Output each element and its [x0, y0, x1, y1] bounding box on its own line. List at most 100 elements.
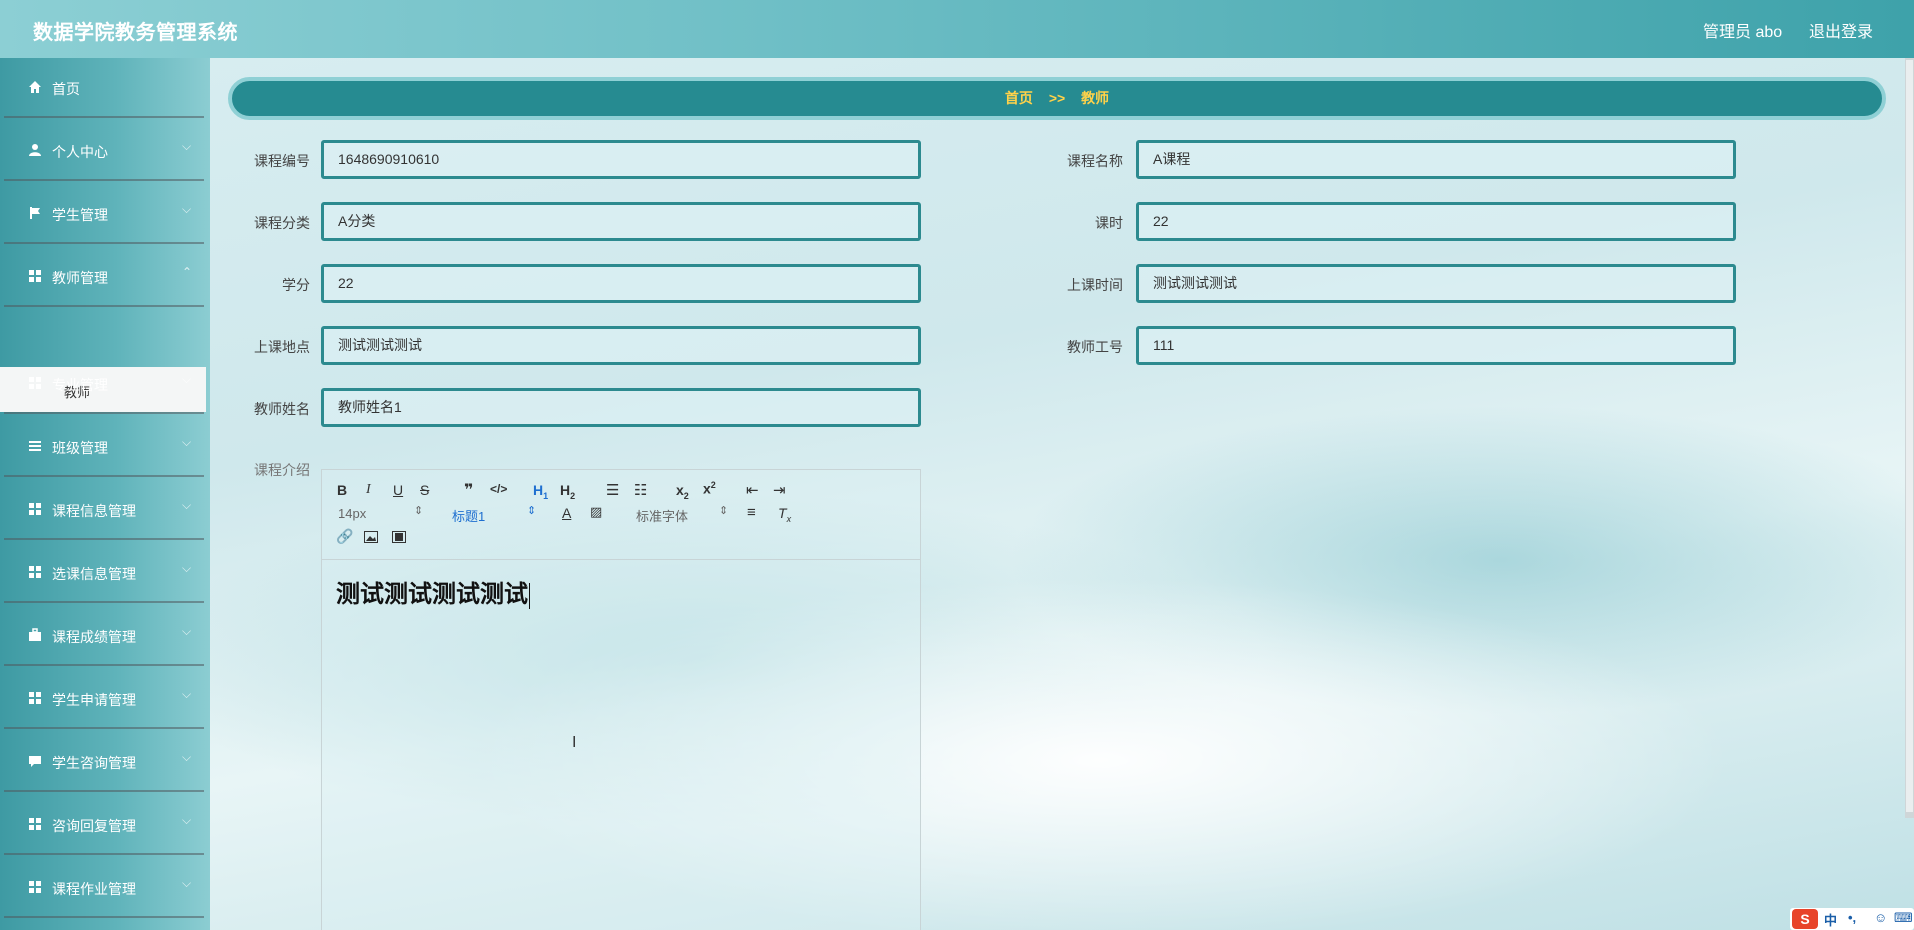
ime-language[interactable]: 中 [1824, 910, 1837, 929]
strike-button[interactable]: S [420, 482, 429, 498]
ime-toolbar[interactable]: S 中 •, ☺ ⌨ [1790, 908, 1914, 930]
teacher-no-input[interactable]: 111 [1136, 326, 1736, 365]
sidebar-item-class-management[interactable]: 班级管理 ⌵ [4, 417, 204, 477]
subscript-button[interactable]: x2 [676, 482, 689, 501]
chevron-down-icon: ⌵ [182, 372, 192, 386]
indent-icon[interactable]: ⇥ [773, 481, 786, 499]
sogou-logo-icon: S [1792, 909, 1818, 929]
class-time-label: 上课时间 [1067, 277, 1123, 293]
logout-link[interactable]: 退出登录 [1809, 18, 1873, 42]
sidebar-item-course-selection-management[interactable]: 选课信息管理 ⌵ [4, 543, 204, 603]
category-label: 课程分类 [254, 215, 310, 231]
keyboard-icon[interactable]: ⌨ [1894, 910, 1913, 926]
flag-icon [30, 207, 40, 219]
briefcase-icon [29, 628, 41, 641]
top-header: 数据学院教务管理系统 管理员 abo 退出登录 [0, 0, 1914, 58]
sidebar-item-consult-reply-management[interactable]: 咨询回复管理 ⌵ [4, 795, 204, 855]
sidebar-item-student-application-management[interactable]: 学生申请管理 ⌵ [4, 669, 204, 729]
link-icon[interactable]: 🔗 [336, 528, 353, 545]
home-icon [29, 81, 41, 93]
heading-select[interactable]: 标题1 [452, 506, 485, 525]
credit-input[interactable]: 22 [321, 264, 921, 303]
font-family-select[interactable]: 标准字体 [636, 506, 688, 525]
sidebar-item-label: 专业管理 [52, 377, 108, 393]
sidebar-item-label: 选课信息管理 [52, 566, 136, 582]
sidebar-item-home[interactable]: 首页 [4, 58, 204, 118]
location-label: 上课地点 [254, 339, 310, 355]
breadcrumb-home[interactable]: 首页 [1005, 90, 1033, 106]
sidebar-item-label: 课程作业管理 [52, 881, 136, 897]
sidebar-item-student-management[interactable]: 学生管理 ⌵ [4, 184, 204, 244]
course-no-label: 课程编号 [254, 153, 310, 169]
sidebar-item-course-info-management[interactable]: 课程信息管理 ⌵ [4, 480, 204, 540]
blockquote-icon[interactable]: ❞ [464, 480, 473, 500]
ordered-list-icon[interactable]: ☰ [606, 481, 619, 499]
sidebar-item-course-grade-management[interactable]: 课程成绩管理 ⌵ [4, 606, 204, 666]
grid-icon [29, 503, 41, 515]
updown-icon: ⇕ [719, 505, 729, 517]
sidebar-item-label: 班级管理 [52, 440, 108, 456]
editor-toolbar: B I U S ❞ </> H1 H2 ☰ ☷ x2 x2 ⇤ ⇥ 14px ⇕… [322, 470, 920, 560]
chevron-down-icon: ⌵ [182, 561, 192, 575]
sidebar-item-teacher-management[interactable]: 教师管理 ⌃ [4, 247, 204, 307]
bullet-list-icon[interactable]: ☷ [634, 481, 647, 499]
ime-punctuation[interactable]: •, [1848, 910, 1856, 925]
sidebar-item-major-management[interactable]: 专业管理 ⌵ [4, 354, 204, 414]
sidebar-item-student-consult-management[interactable]: 学生咨询管理 ⌵ [4, 732, 204, 792]
sidebar-item-label: 学生咨询管理 [52, 755, 136, 771]
course-name-input[interactable]: A课程 [1136, 140, 1736, 179]
teacher-name-label: 教师姓名 [254, 401, 310, 417]
app-title: 数据学院教务管理系统 [33, 22, 238, 44]
category-input[interactable]: A分类 [321, 202, 921, 241]
sidebar: 首页 个人中心 ⌵ 学生管理 ⌵ 教师管理 ⌃ 教师 专业管理 ⌵ 班级管理 ⌵… [0, 58, 210, 930]
updown-icon: ⇕ [414, 505, 424, 517]
updown-icon: ⇕ [527, 505, 537, 517]
grid-icon [29, 692, 41, 704]
course-no-input[interactable]: 1648690910610 [321, 140, 921, 179]
italic-button[interactable]: I [366, 482, 371, 498]
video-icon[interactable] [392, 531, 406, 543]
location-input[interactable]: 测试测试测试 [321, 326, 921, 365]
scrollbar-thumb[interactable] [1906, 60, 1913, 812]
code-block-icon[interactable]: </> [490, 482, 507, 496]
teacher-name-input[interactable]: 教师姓名1 [321, 388, 921, 427]
sidebar-item-course-homework-management[interactable]: 课程作业管理 ⌵ [4, 858, 204, 918]
font-size-select[interactable]: 14px [338, 506, 366, 521]
grid-icon [29, 881, 41, 893]
chevron-down-icon: ⌵ [182, 202, 192, 216]
chevron-up-icon: ⌃ [182, 265, 193, 279]
grid-icon [29, 270, 41, 282]
font-color-icon[interactable]: A [562, 505, 571, 521]
bold-button[interactable]: B [337, 482, 347, 498]
list-icon [29, 441, 41, 451]
outdent-icon[interactable]: ⇤ [746, 481, 759, 499]
emoji-icon[interactable]: ☺ [1874, 910, 1887, 925]
editor-content[interactable]: 测试测试测试测试 [336, 574, 530, 609]
page-scrollbar[interactable] [1905, 58, 1914, 818]
clear-format-icon[interactable]: Tx [778, 505, 791, 524]
teacher-no-label: 教师工号 [1067, 339, 1123, 355]
chat-icon [29, 756, 41, 767]
align-icon[interactable]: ≡ [747, 504, 756, 521]
sidebar-item-label: 教师管理 [52, 270, 108, 286]
superscript-button[interactable]: x2 [703, 480, 716, 497]
image-icon[interactable] [364, 531, 378, 543]
class-time-input[interactable]: 测试测试测试 [1136, 264, 1736, 303]
hours-input[interactable]: 22 [1136, 202, 1736, 241]
chevron-down-icon: ⌵ [182, 498, 192, 512]
background-color-icon[interactable]: ▨ [590, 504, 602, 520]
hours-label: 课时 [1095, 215, 1123, 231]
sidebar-item-personal-center[interactable]: 个人中心 ⌵ [4, 121, 204, 181]
chevron-down-icon: ⌵ [182, 139, 192, 153]
sidebar-item-label: 课程成绩管理 [52, 629, 136, 645]
breadcrumb: 首页 >> 教师 [228, 77, 1886, 120]
sidebar-item-label: 课程信息管理 [52, 503, 136, 519]
user-icon [29, 144, 41, 156]
underline-button[interactable]: U [393, 482, 403, 498]
grid-icon [29, 377, 41, 389]
sidebar-item-label: 个人中心 [52, 144, 108, 160]
heading1-button[interactable]: H1 [533, 482, 548, 501]
sidebar-item-label: 咨询回复管理 [52, 818, 136, 834]
sidebar-item-label: 学生申请管理 [52, 692, 136, 708]
heading2-button[interactable]: H2 [560, 482, 575, 501]
